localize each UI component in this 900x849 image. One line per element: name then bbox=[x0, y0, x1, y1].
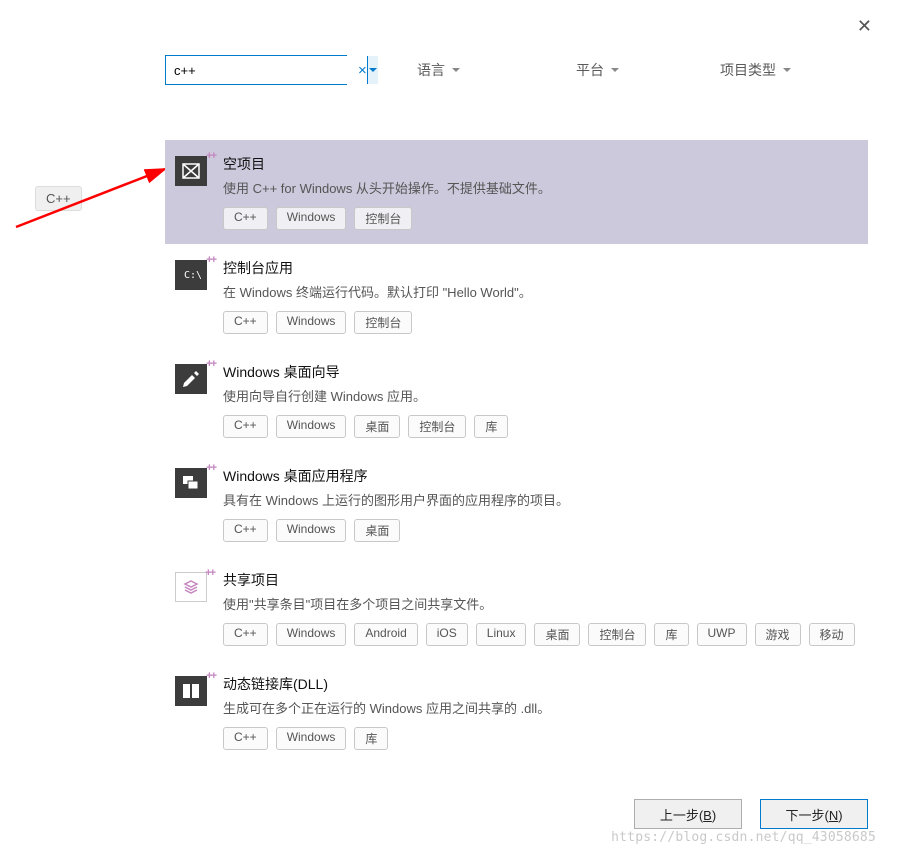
template-icon-wrap: C:\++ bbox=[169, 258, 213, 334]
template-title: Windows 桌面向导 bbox=[223, 362, 858, 382]
template-tag: C++ bbox=[223, 519, 268, 542]
template-tag: C++ bbox=[223, 207, 268, 230]
search-box: × bbox=[165, 55, 347, 85]
filter-label: 平台 bbox=[576, 60, 604, 80]
chevron-down-icon bbox=[610, 62, 620, 78]
wizard-icon: ++ bbox=[175, 364, 207, 394]
search-dropdown[interactable] bbox=[367, 56, 378, 84]
hover-tooltip: C++ bbox=[35, 186, 82, 211]
svg-text:C:\: C:\ bbox=[184, 270, 201, 281]
template-tag: Windows bbox=[276, 519, 347, 542]
template-item[interactable]: ++Windows 桌面向导使用向导自行创建 Windows 应用。C++Win… bbox=[165, 348, 868, 452]
watermark: https://blog.csdn.net/qq_43058685 bbox=[611, 830, 876, 845]
button-key: B bbox=[703, 808, 712, 823]
template-tag: 控制台 bbox=[408, 415, 466, 438]
footer-buttons: 上一步(B) 下一步(N) bbox=[634, 799, 868, 829]
template-tag: iOS bbox=[426, 623, 468, 646]
template-tag: UWP bbox=[697, 623, 747, 646]
shared-project-icon: ++ bbox=[175, 572, 207, 602]
filter-project-type[interactable]: 项目类型 bbox=[720, 60, 792, 80]
template-tag: 桌面 bbox=[534, 623, 580, 646]
chevron-down-icon bbox=[451, 62, 461, 78]
template-tag: Windows bbox=[276, 207, 347, 230]
template-title: Windows 桌面应用程序 bbox=[223, 466, 858, 486]
template-title: 空项目 bbox=[223, 154, 858, 174]
template-tags: C++ Windows Android iOS Linux 桌面控制台库 UWP 游戏移动 bbox=[223, 623, 858, 646]
template-body: Windows 桌面向导使用向导自行创建 Windows 应用。 C++ Windo… bbox=[213, 362, 858, 438]
close-button[interactable]: ✕ bbox=[849, 12, 880, 41]
filter-bar: × 语言 平台 项目类型 bbox=[165, 55, 868, 85]
template-tags: C++ Windows 库 bbox=[223, 727, 858, 750]
template-tag: C++ bbox=[223, 415, 268, 438]
template-body: 控制台应用在 Windows 终端运行代码。默认打印 "Hello World"… bbox=[213, 258, 858, 334]
filter-label: 项目类型 bbox=[720, 60, 776, 80]
template-tag: 控制台 bbox=[588, 623, 646, 646]
template-icon-wrap: ++ bbox=[169, 570, 213, 646]
template-desc: 具有在 Windows 上运行的图形用户界面的应用程序的项目。 bbox=[223, 490, 858, 509]
template-tag: Android bbox=[354, 623, 417, 646]
template-tag: Windows bbox=[276, 727, 347, 750]
template-body: 空项目使用 C++ for Windows 从头开始操作。不提供基础文件。 C++… bbox=[213, 154, 858, 230]
template-icon-wrap: ++ bbox=[169, 362, 213, 438]
template-tag: 库 bbox=[474, 415, 508, 438]
template-item[interactable]: C:\++控制台应用在 Windows 终端运行代码。默认打印 "Hello W… bbox=[165, 244, 868, 348]
template-tag: C++ bbox=[223, 727, 268, 750]
template-tag: 库 bbox=[654, 623, 688, 646]
dll-icon: ++ bbox=[175, 676, 207, 706]
clear-icon[interactable]: × bbox=[358, 62, 367, 79]
filter-platform[interactable]: 平台 bbox=[576, 60, 620, 80]
template-tag: 游戏 bbox=[755, 623, 801, 646]
template-item[interactable]: ++ 动态链接库(DLL) 生成可在多个正在运行的 Windows 应用之间共享的 … bbox=[165, 660, 868, 764]
template-tag: 控制台 bbox=[354, 311, 412, 334]
button-key: N bbox=[829, 808, 838, 823]
template-tags: C++ Windows 桌面 bbox=[223, 519, 858, 542]
template-icon-wrap: ++ bbox=[169, 674, 213, 750]
template-tag: 桌面 bbox=[354, 519, 400, 542]
prev-button[interactable]: 上一步(B) bbox=[634, 799, 742, 829]
template-desc: 生成可在多个正在运行的 Windows 应用之间共享的 .dll。 bbox=[223, 698, 858, 717]
template-item[interactable]: ++Windows 桌面应用程序具有在 Windows 上运行的图形用户界面的应… bbox=[165, 452, 868, 556]
template-tag: Windows bbox=[276, 415, 347, 438]
template-tags: C++ Windows 控制台 bbox=[223, 207, 858, 230]
template-title: 共享项目 bbox=[223, 570, 858, 590]
template-tag: C++ bbox=[223, 311, 268, 334]
template-body: Windows 桌面应用程序具有在 Windows 上运行的图形用户界面的应用程… bbox=[213, 466, 858, 542]
desktop-app-icon: ++ bbox=[175, 468, 207, 498]
template-tag: 库 bbox=[354, 727, 388, 750]
empty-project-icon: ++ bbox=[175, 156, 207, 186]
template-desc: 使用向导自行创建 Windows 应用。 bbox=[223, 386, 858, 405]
template-icon-wrap: ++ bbox=[169, 154, 213, 230]
template-title: 控制台应用 bbox=[223, 258, 858, 278]
template-desc: 使用 C++ for Windows 从头开始操作。不提供基础文件。 bbox=[223, 178, 858, 197]
template-icon-wrap: ++ bbox=[169, 466, 213, 542]
template-tag: 桌面 bbox=[354, 415, 400, 438]
template-tag: 移动 bbox=[809, 623, 855, 646]
button-label: 下一步 bbox=[785, 808, 824, 823]
template-tags: C++ Windows 桌面控制台库 bbox=[223, 415, 858, 438]
filter-language[interactable]: 语言 bbox=[417, 60, 461, 80]
template-body: 动态链接库(DLL) 生成可在多个正在运行的 Windows 应用之间共享的 .d… bbox=[213, 674, 858, 750]
console-app-icon: C:\++ bbox=[175, 260, 207, 290]
template-tag: C++ bbox=[223, 623, 268, 646]
template-desc: 使用"共享条目"项目在多个项目之间共享文件。 bbox=[223, 594, 858, 613]
button-label: 上一步 bbox=[660, 808, 699, 823]
next-button[interactable]: 下一步(N) bbox=[760, 799, 868, 829]
template-tag: Windows bbox=[276, 311, 347, 334]
filter-label: 语言 bbox=[417, 60, 445, 80]
template-title: 动态链接库(DLL) bbox=[223, 674, 858, 694]
template-item[interactable]: ++ 共享项目使用"共享条目"项目在多个项目之间共享文件。 C++ Windows An… bbox=[165, 556, 868, 660]
template-item[interactable]: ++ 空项目使用 C++ for Windows 从头开始操作。不提供基础文件。 C… bbox=[165, 140, 868, 244]
template-desc: 在 Windows 终端运行代码。默认打印 "Hello World"。 bbox=[223, 282, 858, 301]
template-tag: 控制台 bbox=[354, 207, 412, 230]
chevron-down-icon bbox=[782, 62, 792, 78]
template-list: ++ 空项目使用 C++ for Windows 从头开始操作。不提供基础文件。 C… bbox=[165, 140, 868, 769]
template-body: 共享项目使用"共享条目"项目在多个项目之间共享文件。 C++ Windows Andr… bbox=[213, 570, 858, 646]
template-tag: Linux bbox=[476, 623, 527, 646]
template-tags: C++ Windows 控制台 bbox=[223, 311, 858, 334]
search-input[interactable] bbox=[166, 56, 358, 84]
template-tag: Windows bbox=[276, 623, 347, 646]
